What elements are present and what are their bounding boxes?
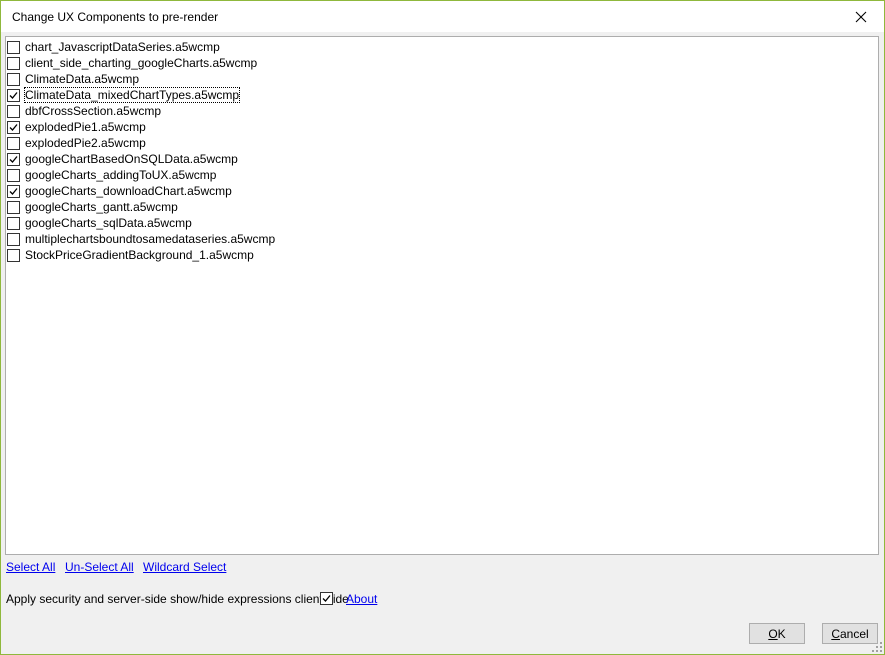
close-icon: [855, 11, 867, 22]
item-label: dbfCrossSection.a5wcmp: [25, 104, 162, 118]
item-label: StockPriceGradientBackground_1.a5wcmp: [25, 248, 254, 262]
item-checkbox[interactable]: [7, 217, 20, 230]
close-button[interactable]: [838, 1, 884, 32]
cancel-button-label: ancel: [839, 626, 869, 641]
item-checkbox[interactable]: [7, 89, 20, 102]
item-checkbox[interactable]: [7, 185, 20, 198]
about-link[interactable]: About: [346, 592, 377, 606]
checkmark-icon: [9, 188, 18, 195]
item-label: googleCharts_addingToUX.a5wcmp: [25, 168, 217, 182]
cancel-button[interactable]: Cancel: [822, 623, 878, 644]
item-label: ClimateData.a5wcmp: [25, 72, 140, 86]
wildcard-select-link[interactable]: Wildcard Select: [143, 560, 226, 574]
item-checkbox[interactable]: [7, 137, 20, 150]
item-checkbox[interactable]: [7, 41, 20, 54]
item-checkbox[interactable]: [7, 121, 20, 134]
checkmark-icon: [322, 595, 331, 602]
components-checklist[interactable]: chart_JavascriptDataSeries.a5wcmp client_…: [5, 36, 879, 555]
item-checkbox[interactable]: [7, 169, 20, 182]
checkmark-icon: [9, 92, 18, 99]
item-checkbox[interactable]: [7, 233, 20, 246]
item-label: googleCharts_downloadChart.a5wcmp: [25, 184, 232, 198]
item-label: ClimateData_mixedChartTypes.a5wcmp: [24, 87, 241, 103]
item-label: googleCharts_sqlData.a5wcmp: [25, 216, 192, 230]
window-title: Change UX Components to pre-render: [12, 10, 219, 24]
item-label: chart_JavascriptDataSeries.a5wcmp: [25, 40, 220, 54]
cancel-button-mnemonic: C: [831, 626, 840, 641]
checkmark-icon: [9, 124, 18, 131]
title-bar: Change UX Components to pre-render: [1, 1, 884, 32]
item-label: client_side_charting_googleCharts.a5wcmp: [25, 56, 258, 70]
item-label: googleChartBasedOnSQLData.a5wcmp: [25, 152, 238, 166]
item-checkbox[interactable]: [7, 57, 20, 70]
item-label: googleCharts_gantt.a5wcmp: [25, 200, 178, 214]
item-label: explodedPie2.a5wcmp: [25, 136, 146, 150]
item-checkbox[interactable]: [7, 153, 20, 166]
resize-grip-icon[interactable]: [872, 642, 882, 652]
ok-button-label: K: [777, 626, 786, 641]
apply-security-label: Apply security and server-side show/hide…: [6, 592, 349, 606]
unselect-all-link[interactable]: Un-Select All: [65, 560, 134, 574]
item-checkbox[interactable]: [7, 105, 20, 118]
ok-button-mnemonic: O: [768, 626, 778, 641]
item-checkbox[interactable]: [7, 73, 20, 86]
item-checkbox[interactable]: [7, 249, 20, 262]
item-label: multiplechartsboundtosamedataseries.a5wc…: [25, 232, 276, 246]
checkmark-icon: [9, 156, 18, 163]
apply-security-checkbox[interactable]: [320, 592, 333, 605]
item-checkbox[interactable]: [7, 201, 20, 214]
select-all-link[interactable]: Select All: [6, 560, 55, 574]
ok-button[interactable]: OK: [749, 623, 805, 644]
item-label: explodedPie1.a5wcmp: [25, 120, 146, 134]
dialog-window: Change UX Components to pre-render chart…: [0, 0, 885, 655]
